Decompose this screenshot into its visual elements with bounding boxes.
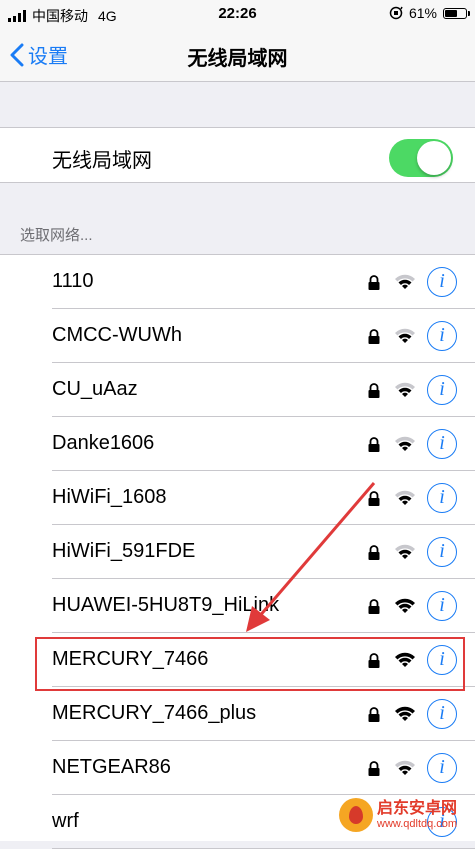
lock-icon	[368, 383, 380, 398]
lock-icon	[368, 437, 380, 452]
page-title: 无线局域网	[187, 48, 288, 70]
network-name: wrf	[52, 810, 79, 832]
status-right: 61%	[389, 5, 470, 21]
info-icon[interactable]: i	[427, 699, 457, 729]
networks-section-header: 选取网络...	[20, 227, 93, 244]
info-icon[interactable]: i	[427, 321, 457, 351]
wifi-toggle-label: 无线局域网	[52, 150, 152, 172]
wifi-switch-knob	[417, 141, 451, 175]
wifi-signal-icon	[395, 490, 415, 505]
info-icon[interactable]: i	[427, 753, 457, 783]
network-name: CMCC-WUWh	[52, 324, 182, 346]
info-icon[interactable]: i	[427, 267, 457, 297]
network-name: Danke1606	[52, 432, 155, 454]
network-name: HiWiFi_1608	[52, 486, 167, 508]
network-row[interactable]: HiWiFi_1608 i	[0, 471, 475, 525]
wifi-signal-icon	[395, 760, 415, 775]
watermark-url: www.qdltdq.com	[377, 817, 458, 830]
wifi-signal-icon	[395, 706, 415, 721]
watermark: 启东安卓网 www.qdltdq.com	[339, 795, 469, 835]
network-row[interactable]: Danke1606 i	[0, 417, 475, 471]
battery-level	[445, 9, 457, 17]
wifi-switch[interactable]	[389, 139, 453, 177]
network-row[interactable]: HUAWEI-5HU8T9_HiLink i	[0, 579, 475, 633]
watermark-logo-icon	[339, 798, 373, 832]
battery-icon	[443, 7, 470, 19]
network-row[interactable]: NETGEAR86 i	[0, 741, 475, 795]
network-name: MERCURY_7466_plus	[52, 702, 257, 724]
battery-percent: 61%	[408, 5, 437, 21]
network-row[interactable]: 1110 i	[0, 255, 475, 309]
info-icon[interactable]: i	[427, 429, 457, 459]
info-icon[interactable]: i	[427, 591, 457, 621]
info-icon[interactable]: i	[427, 483, 457, 513]
lock-icon	[368, 761, 380, 776]
wifi-signal-icon	[395, 436, 415, 451]
info-icon[interactable]: i	[427, 537, 457, 567]
network-row[interactable]: HiWiFi_591FDE i	[0, 525, 475, 579]
lock-icon	[368, 545, 380, 560]
network-name: HUAWEI-5HU8T9_HiLink	[52, 594, 280, 616]
highlight-box	[35, 637, 465, 691]
wifi-signal-icon	[395, 274, 415, 289]
network-name: NETGEAR86	[52, 756, 171, 778]
status-bar: 中国移动 4G 22:26 61%	[0, 0, 475, 28]
network-name: HiWiFi_591FDE	[52, 540, 196, 562]
watermark-title: 启东安卓网	[377, 800, 458, 818]
network-row[interactable]: MERCURY_7466_plus i	[0, 687, 475, 741]
wifi-signal-icon	[395, 328, 415, 343]
network-row[interactable]: CMCC-WUWh i	[0, 309, 475, 363]
wifi-toggle-row: 无线局域网	[0, 127, 475, 183]
lock-icon	[368, 329, 380, 344]
info-icon[interactable]: i	[427, 375, 457, 405]
wifi-signal-icon	[395, 598, 415, 613]
network-list: 1110 i CMCC-WUWh i CU_uAaz i Danke1606 i HiWiFi_…	[0, 254, 475, 849]
lock-icon	[368, 599, 380, 614]
network-name: 1110	[52, 270, 94, 292]
lock-icon	[368, 707, 380, 722]
lock-icon	[368, 491, 380, 506]
orientation-lock-icon	[389, 6, 403, 20]
network-name: CU_uAaz	[52, 378, 138, 400]
network-row[interactable]: CU_uAaz i	[0, 363, 475, 417]
wifi-signal-icon	[395, 382, 415, 397]
navigation-bar: 设置 无线局域网	[0, 28, 475, 82]
wifi-signal-icon	[395, 544, 415, 559]
lock-icon	[368, 275, 380, 290]
